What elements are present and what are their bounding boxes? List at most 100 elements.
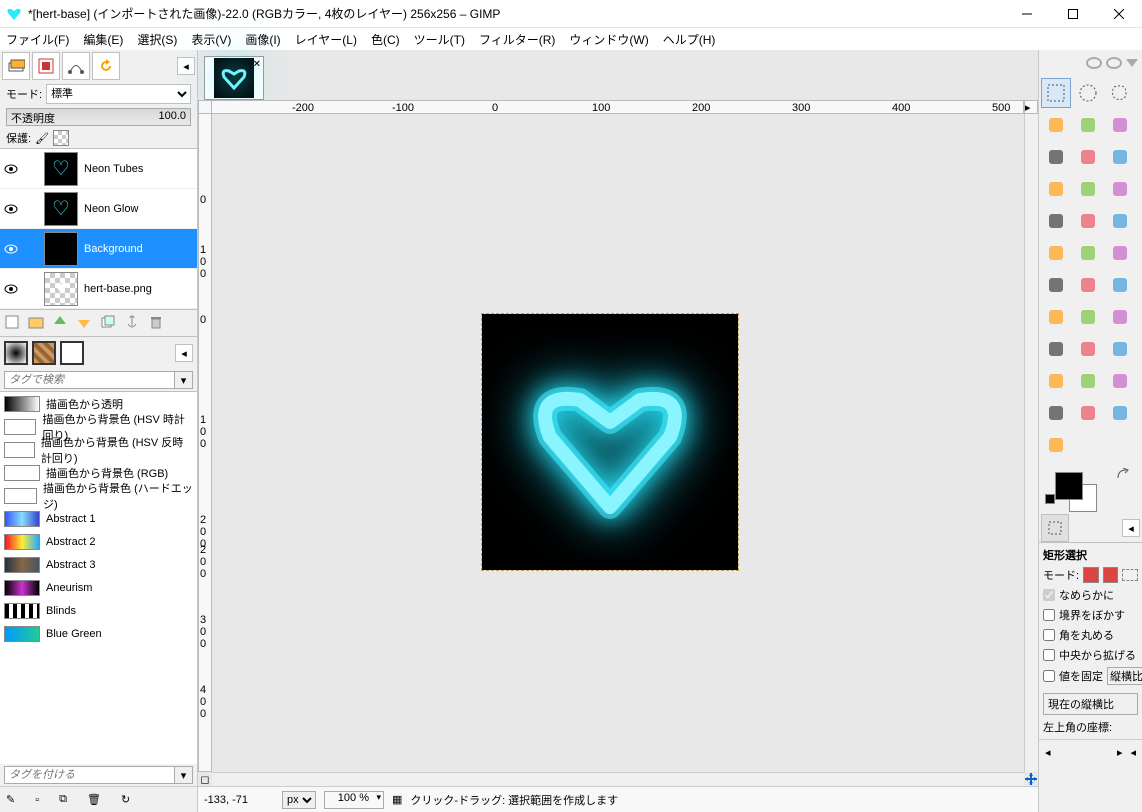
menu-edit[interactable]: 編集(E) [83,31,123,48]
tool-warp[interactable] [1073,270,1103,300]
tool-airbrush[interactable] [1105,334,1135,364]
mode-add-icon[interactable] [1103,567,1119,583]
gradient-row[interactable]: 描画色から背景色 (ハードエッジ) [0,484,197,507]
channels-tab-icon[interactable] [32,52,60,80]
gradient-row[interactable]: Aneurism [0,576,197,599]
mode-replace-icon[interactable] [1083,567,1099,583]
ruler-origin[interactable] [198,100,212,114]
tool-brush[interactable] [1041,334,1071,364]
horizontal-ruler[interactable]: -200-1000100200300400500 [212,100,1024,114]
tool-free-select[interactable] [1105,78,1135,108]
tool-rotate[interactable] [1073,206,1103,236]
tool-shear[interactable] [1041,238,1071,268]
tool-options-tab-icon[interactable] [1041,514,1069,542]
new-layer-icon[interactable] [4,314,22,332]
tool-pencil[interactable] [1105,302,1135,332]
dock-menu-button-3[interactable]: ◂ [1122,519,1140,537]
ruler-menu-icon[interactable]: ▸ [1024,100,1038,114]
visibility-icon[interactable] [4,202,18,216]
gradient-row[interactable]: Abstract 3 [0,553,197,576]
tag-dropdown-icon[interactable]: ▾ [175,766,193,784]
search-dropdown-icon[interactable]: ▾ [175,371,193,389]
new-group-icon[interactable] [28,314,46,332]
opacity-slider[interactable]: 不透明度 100.0 [6,108,191,126]
menu-windows[interactable]: ウィンドウ(W) [569,31,648,48]
tool-heal[interactable] [1105,366,1135,396]
zoom-select[interactable]: 100 % [324,791,384,809]
unit-select[interactable]: px [282,791,316,809]
tool-mypaint[interactable] [1041,430,1071,460]
fg-color-swatch[interactable] [1055,472,1083,500]
horizontal-scrollbar[interactable] [212,772,1024,786]
brush-preview-icon[interactable] [4,341,28,365]
tool-ink[interactable] [1041,366,1071,396]
vertical-scrollbar[interactable] [1024,114,1038,772]
vertical-ruler[interactable]: 01 0 001 0 02 0 02 0 03 0 04 0 0 [198,114,212,772]
tool-blur[interactable] [1073,398,1103,428]
tool-zoom[interactable] [1041,174,1071,204]
raise-layer-icon[interactable] [52,314,70,332]
layer-row[interactable]: ♥hert-base.png [0,269,197,309]
tool-perspective[interactable] [1073,238,1103,268]
gradient-tag-input[interactable] [4,766,175,784]
canvas-viewport[interactable] [212,114,1024,772]
gradient-row[interactable]: 描画色から背景色 (HSV 反時計回り) [0,438,197,461]
lower-layer-icon[interactable] [76,314,94,332]
navigation-icon[interactable] [1024,772,1038,786]
menu-filters[interactable]: フィルター(R) [479,31,555,48]
tool-measure[interactable] [1073,174,1103,204]
gradient-row[interactable]: Abstract 2 [0,530,197,553]
tool-text[interactable] [1105,270,1135,300]
tool-scale[interactable] [1105,206,1135,236]
tool-flip[interactable] [1105,238,1135,268]
maximize-button[interactable] [1050,0,1096,28]
tool-move[interactable] [1105,174,1135,204]
dock-menu-button[interactable]: ◂ [177,57,195,75]
tool-fg-select[interactable] [1073,110,1103,140]
dock-menu-button-2[interactable]: ◂ [175,344,193,362]
minimize-button[interactable] [1004,0,1050,28]
opts-left-icon[interactable]: ◂ [1045,746,1051,759]
visibility-icon[interactable] [4,242,18,256]
undo-tab-icon[interactable] [92,52,120,80]
gradient-row[interactable]: Blue Green [0,622,197,645]
tool-bucket[interactable] [1041,302,1071,332]
gradient-row[interactable]: Blinds [0,599,197,622]
edit-gradient-icon[interactable]: ✎ [6,793,15,806]
menu-file[interactable]: ファイル(F) [6,31,69,48]
visibility-icon[interactable] [4,282,18,296]
round-checkbox[interactable] [1043,629,1055,641]
tool-dodge[interactable] [1105,398,1135,428]
lock-alpha-icon[interactable] [53,130,69,146]
layer-row[interactable]: ♡Neon Glow [0,189,197,229]
new-gradient-icon[interactable]: ▫ [35,794,39,806]
paths-tab-icon[interactable] [62,52,90,80]
gradient-preview-icon[interactable] [60,341,84,365]
fixed-combo[interactable]: 縦横比 [1107,667,1142,685]
menu-view[interactable]: 表示(V) [191,31,231,48]
duplicate-gradient-icon[interactable]: ⧉ [59,793,67,806]
layers-tab-icon[interactable] [2,52,30,80]
tool-rect-select[interactable] [1041,78,1071,108]
menu-color[interactable]: 色(C) [371,31,400,48]
tool-scissors[interactable] [1041,110,1071,140]
quickmask-icon[interactable]: ◻ [198,772,212,786]
expand-checkbox[interactable] [1043,649,1055,661]
menu-help[interactable]: ヘルプ(H) [663,31,716,48]
mode-sub-icon[interactable] [1122,569,1138,581]
refresh-gradient-icon[interactable]: ↻ [121,793,130,806]
current-ratio-dropdown[interactable]: 現在の縦横比 [1043,693,1138,715]
opts-right-icon[interactable]: ▸ [1117,746,1123,759]
image-tab[interactable]: ✕ [204,56,264,100]
menu-layer[interactable]: レイヤー(L) [295,31,357,48]
blend-mode-select[interactable]: 標準 [46,84,191,104]
close-tab-icon[interactable]: ✕ [253,59,261,70]
tool-cage[interactable] [1041,270,1071,300]
lock-pixels-icon[interactable]: 🖌 [35,132,49,145]
tool-fuzzy-select[interactable] [1105,110,1135,140]
layer-row[interactable]: ♡Neon Tubes [0,149,197,189]
menu-tools[interactable]: ツール(T) [414,31,465,48]
canvas-image[interactable] [482,314,738,570]
delete-gradient-icon[interactable]: 🗑 [87,793,101,806]
gradient-search-input[interactable] [4,371,175,389]
